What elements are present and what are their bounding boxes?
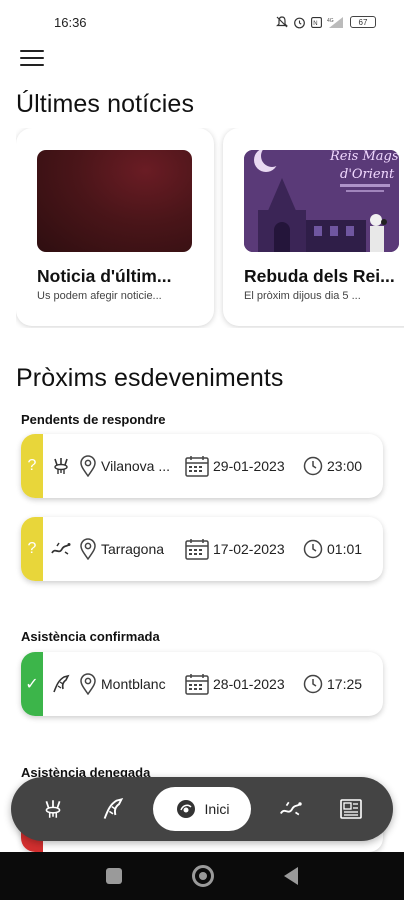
svg-text:4G: 4G [327, 18, 334, 24]
news-card-title: Noticia d'últim... [37, 266, 172, 286]
hamburger-menu-icon[interactable] [20, 50, 44, 68]
event-date: 28-01-2023 [185, 673, 303, 695]
dancers-icon [45, 800, 61, 818]
location-pin-icon [80, 455, 96, 477]
clock-icon [303, 456, 323, 476]
image-text-line-2: d'Orient [340, 167, 395, 182]
calendar-icon [185, 456, 209, 477]
event-location: Montblanc [79, 673, 185, 695]
event-time: 23:00 [303, 456, 373, 476]
recents-button[interactable] [106, 868, 122, 884]
confirmed-status-stripe: ✓ [21, 652, 43, 716]
bottom-navigation: Inici [11, 777, 393, 841]
event-date-text: 17-02-2023 [213, 541, 285, 557]
group-label-confirmed: Asistència confirmada [21, 629, 160, 644]
pending-status-stripe: ? [21, 434, 43, 498]
dancers-icon [43, 456, 79, 476]
event-date-text: 29-01-2023 [213, 458, 285, 474]
event-location-text: Vilanova ... [101, 458, 171, 474]
event-location: Vilanova ... [79, 455, 185, 477]
nav-eagle-button[interactable] [93, 789, 133, 829]
event-time: 01:01 [303, 539, 373, 559]
pending-status-stripe: ? [21, 517, 43, 581]
nav-dragon-button[interactable] [271, 789, 311, 829]
event-date: 29-01-2023 [185, 455, 303, 477]
event-time-text: 01:01 [327, 541, 363, 557]
news-section-title: Últimes notícies [16, 90, 195, 118]
battery-level: 67 [358, 17, 368, 27]
mute-icon [276, 16, 288, 28]
news-image [37, 150, 192, 252]
status-time: 16:36 [54, 14, 87, 30]
calendar-icon [185, 674, 209, 695]
calendar-icon [185, 539, 209, 560]
eagle-icon [43, 674, 79, 694]
news-card-title: Rebuda dels Rei... [244, 266, 395, 286]
dragon-icon [280, 801, 302, 816]
event-location: Tarragona [79, 538, 185, 560]
home-system-button[interactable] [192, 865, 214, 887]
dragon-icon [43, 541, 79, 557]
news-image: Reis Mags d'Orient [244, 150, 399, 252]
nav-home-button[interactable]: Inici [153, 787, 251, 831]
group-label-pending: Pendents de respondre [21, 412, 166, 427]
home-logo-icon [176, 800, 195, 818]
news-card[interactable]: Noticia d'últim... Us podem afegir notic… [16, 128, 214, 326]
status-bar: 16:36 N 4G 67 [0, 0, 404, 44]
status-icons: N 4G 67 [276, 16, 376, 29]
location-pin-icon [80, 673, 96, 695]
news-carousel[interactable]: Noticia d'últim... Us podem afegir notic… [16, 128, 404, 328]
alarm-icon [294, 17, 305, 28]
news-card-summary: El pròxim dijous dia 5 ... [244, 290, 361, 302]
nav-news-button[interactable] [331, 789, 371, 829]
nav-home-label: Inici [204, 801, 230, 817]
image-text-line-1: Reis Mags [329, 150, 399, 164]
system-navigation-bar [0, 852, 404, 900]
battery-icon: 67 [350, 16, 376, 28]
event-location-text: Tarragona [101, 541, 165, 557]
clock-icon [303, 539, 323, 559]
newspaper-icon [340, 799, 362, 819]
event-card[interactable]: ? Tarragona 17-02-2023 01:01 [21, 517, 383, 581]
nav-dancers-button[interactable] [33, 789, 73, 829]
news-card-summary: Us podem afegir noticie... [37, 290, 162, 302]
nfc-icon: N [311, 16, 322, 28]
events-section-title: Pròxims esdeveniments [16, 364, 284, 392]
event-date-text: 28-01-2023 [213, 676, 285, 692]
clock-icon [303, 674, 323, 694]
location-pin-icon [80, 538, 96, 560]
event-card[interactable]: ✓ Montblanc 28-01-2023 17:25 [21, 652, 383, 716]
svg-text:N: N [313, 21, 317, 27]
event-location-text: Montblanc [101, 676, 166, 692]
reis-mags-illustration: Reis Mags d'Orient [244, 150, 399, 252]
event-time: 17:25 [303, 674, 373, 694]
news-card[interactable]: Reis Mags d'Orient Rebuda dels Rei... El… [223, 128, 404, 326]
back-button[interactable] [284, 867, 298, 885]
event-time-text: 17:25 [327, 676, 363, 692]
event-date: 17-02-2023 [185, 538, 303, 560]
signal-icon: 4G [327, 16, 343, 28]
event-card[interactable]: ? Vilanova ... 29-01-2023 23:00 [21, 434, 383, 498]
event-time-text: 23:00 [327, 458, 363, 474]
eagle-icon [103, 797, 124, 819]
